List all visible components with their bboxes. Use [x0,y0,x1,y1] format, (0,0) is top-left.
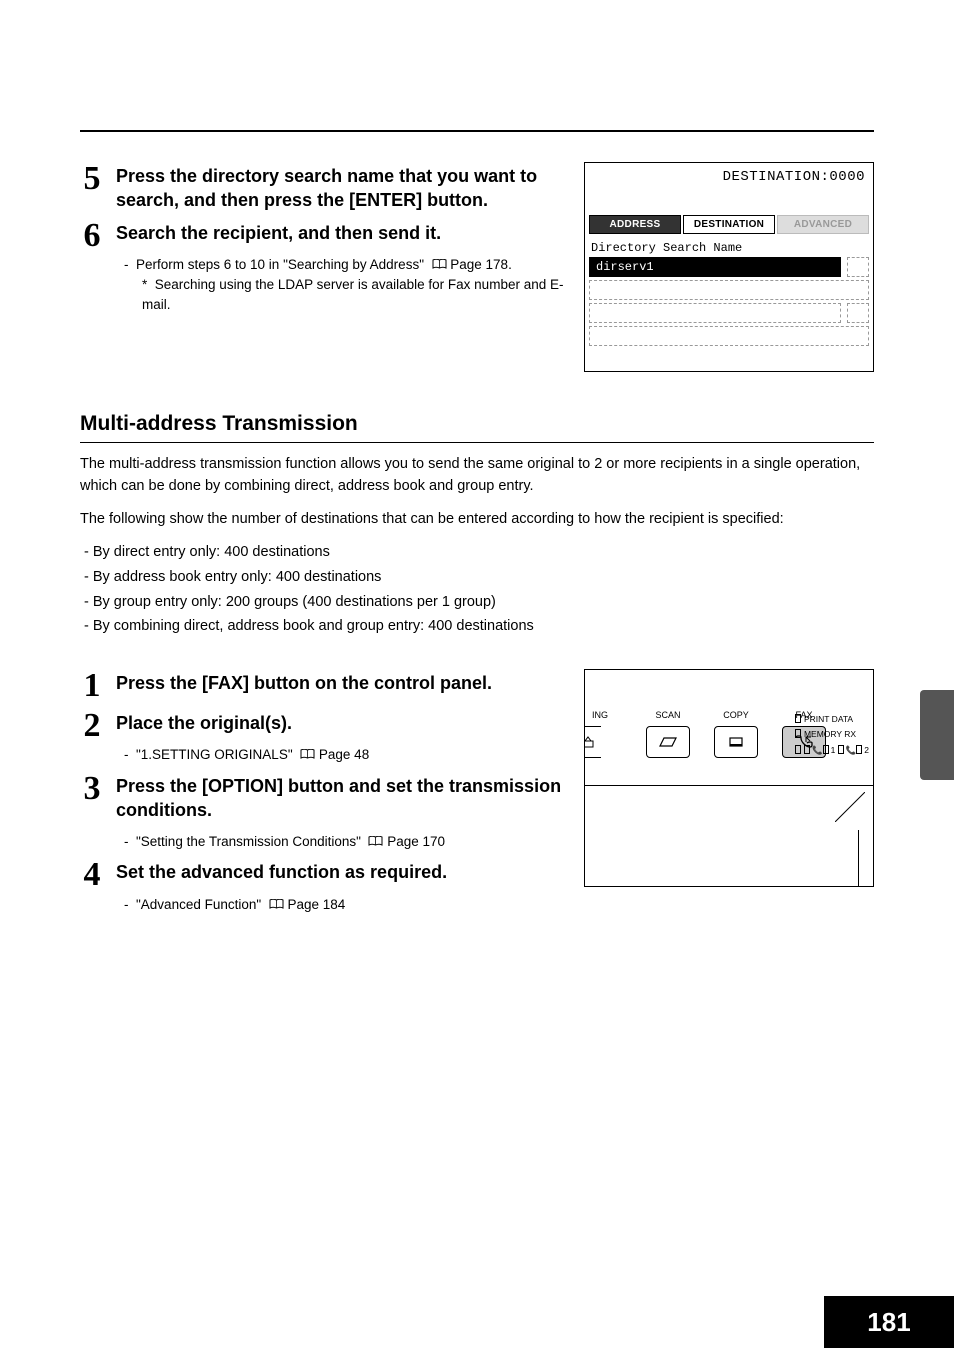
page-ref: Page 184 [287,897,345,912]
page-number: 181 [824,1296,954,1348]
intro-paragraph-2: The following show the number of destina… [80,508,874,530]
top-rule [80,130,874,132]
bullet-item: By direct entry only: 400 destinations [84,540,874,565]
tab-destination: DESTINATION [683,215,775,234]
step-title: Press the directory search name that you… [116,164,564,213]
step-substep: - "Advanced Function" Page 184 [124,897,345,912]
step-title: Place the original(s). [116,711,564,735]
step-1: 1 Press the [FAX] button on the control … [80,669,564,703]
control-panel-screenshot: ING SCAN COPY [584,669,874,887]
panel-corner [835,792,865,822]
copy-button [714,726,758,758]
led-indicators: PRINT DATA MEMORY RX 📞1 📞2 [795,712,869,758]
tab-address: ADDRESS [589,215,681,234]
step-substep: - Perform steps 6 to 10 in "Searching by… [124,257,512,272]
dir-row [589,326,869,346]
directory-search-label: Directory Search Name [591,241,742,255]
led-line-indicators: 📞1 📞2 [795,743,869,758]
led-print-data: PRINT DATA [795,712,869,727]
dir-row [589,280,869,300]
book-icon [300,749,315,760]
scroll-down-cell [847,303,869,323]
bullet-item: By group entry only: 200 groups (400 des… [84,590,874,615]
ing-button [584,726,601,758]
step-title: Search the recipient, and then send it. [116,221,564,245]
step-number: 2 [80,709,104,743]
page-ref: Page 48 [319,747,369,762]
step-substep: - "1.SETTING ORIGINALS" Page 48 [124,747,369,762]
step-4: 4 Set the advanced function as required.… [80,858,564,915]
step-number: 6 [80,219,104,253]
directory-search-screenshot: DESTINATION:0000 ADDRESS DESTINATION ADV… [584,162,874,372]
button-label: ING [584,710,627,721]
panel-edge-right [858,830,859,886]
dir-row-selected: dirserv1 [589,257,841,277]
panel-edge [585,785,873,786]
destination-counter: DESTINATION:0000 [723,169,865,185]
step-5: 5 Press the directory search name that y… [80,162,564,213]
step-title: Press the [OPTION] button and set the tr… [116,774,564,823]
section-title: Multi-address Transmission [80,412,874,436]
step-2: 2 Place the original(s). - "1.SETTING OR… [80,709,564,766]
step-number: 1 [80,669,104,703]
tab-advanced: ADVANCED [777,215,869,234]
led-memory-rx: MEMORY RX [795,727,869,742]
step-number: 3 [80,772,104,806]
step-note: * Searching using the LDAP server is ava… [142,275,564,316]
step-substep: - "Setting the Transmission Conditions" … [124,834,445,849]
intro-paragraph-1: The multi-address transmission function … [80,453,874,498]
step-number: 5 [80,162,104,196]
step-title: Set the advanced function as required. [116,860,564,884]
button-label: COPY [709,710,763,721]
book-icon [368,836,383,847]
bullet-item: By address book entry only: 400 destinat… [84,565,874,590]
step-number: 4 [80,858,104,892]
bullet-list: By direct entry only: 400 destinations B… [84,540,874,639]
step-6: 6 Search the recipient, and then send it… [80,219,564,316]
button-label: SCAN [641,710,695,721]
step-title: Press the [FAX] button on the control pa… [116,671,564,695]
book-icon [269,899,284,910]
bullet-item: By combining direct, address book and gr… [84,614,874,639]
dir-row [589,303,841,323]
page-ref: Page 178. [450,257,512,272]
section-rule [80,442,874,443]
step-3: 3 Press the [OPTION] button and set the … [80,772,564,853]
scan-button [646,726,690,758]
scroll-up-cell [847,257,869,277]
page-ref: Page 170 [387,834,445,849]
book-icon [432,259,447,270]
section-tab [920,690,954,780]
